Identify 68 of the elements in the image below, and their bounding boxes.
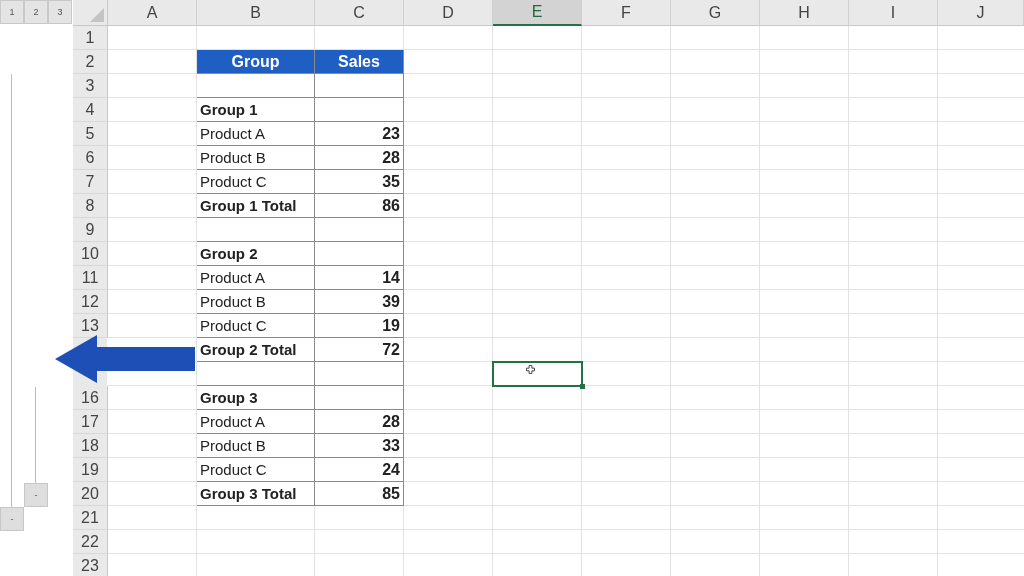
selected-cell[interactable] xyxy=(493,362,582,386)
table-cell: 85 xyxy=(315,482,404,506)
row-header[interactable]: 1 xyxy=(73,26,108,50)
table-cell: 39 xyxy=(315,290,404,314)
table-cell: 28 xyxy=(315,410,404,434)
outline-level-button[interactable]: 1 xyxy=(0,0,24,24)
table-cell: 72 xyxy=(315,338,404,362)
row-header[interactable]: 20 xyxy=(73,482,108,506)
table-cell: Product B xyxy=(197,146,315,170)
header-cell: Sales xyxy=(315,50,404,74)
row-header[interactable]: 19 xyxy=(73,458,108,482)
row-header[interactable]: 7 xyxy=(73,170,108,194)
table-cell: Product C xyxy=(197,314,315,338)
row-header[interactable]: 16 xyxy=(73,386,108,410)
table-cell: Product C xyxy=(197,458,315,482)
table-cell: 35 xyxy=(315,170,404,194)
arrow-icon xyxy=(55,335,195,383)
table-cell: Group 2 Total xyxy=(197,338,315,362)
table-cell: Group 3 Total xyxy=(197,482,315,506)
table-cell: Product A xyxy=(197,266,315,290)
row-header[interactable]: 11 xyxy=(73,266,108,290)
column-header[interactable]: B xyxy=(197,0,315,26)
row-header[interactable]: 4 xyxy=(73,98,108,122)
row-header[interactable]: 9 xyxy=(73,218,108,242)
table-cell: Group 1 Total xyxy=(197,194,315,218)
row-header[interactable]: 3 xyxy=(73,74,108,98)
collapse-button[interactable]: - xyxy=(0,507,24,531)
row-header[interactable]: 2 xyxy=(73,50,108,74)
row-header[interactable]: 18 xyxy=(73,434,108,458)
header-cell: Group xyxy=(197,50,315,74)
table-cell: 28 xyxy=(315,146,404,170)
fill-handle[interactable] xyxy=(580,384,585,389)
table-cell: Group 1 xyxy=(197,98,315,122)
column-header[interactable]: I xyxy=(849,0,938,26)
column-header[interactable]: D xyxy=(404,0,493,26)
column-header[interactable]: E xyxy=(493,0,582,26)
row-header[interactable]: 8 xyxy=(73,194,108,218)
table-cell: Product A xyxy=(197,122,315,146)
row-header[interactable]: 17 xyxy=(73,410,108,434)
row-header[interactable]: 12 xyxy=(73,290,108,314)
column-header[interactable]: H xyxy=(760,0,849,26)
row-header[interactable]: 5 xyxy=(73,122,108,146)
table-cell: Product B xyxy=(197,290,315,314)
column-header[interactable]: C xyxy=(315,0,404,26)
row-header[interactable]: 21 xyxy=(73,506,108,530)
table-cell: Group 3 xyxy=(197,386,315,410)
outline-level-button[interactable]: 3 xyxy=(48,0,72,24)
table-cell: Product A xyxy=(197,410,315,434)
column-header[interactable]: J xyxy=(938,0,1024,26)
table-cell: 86 xyxy=(315,194,404,218)
column-header[interactable]: A xyxy=(108,0,197,26)
table-cell: 14 xyxy=(315,266,404,290)
row-header[interactable]: 6 xyxy=(73,146,108,170)
table-cell: 23 xyxy=(315,122,404,146)
table-cell: Product B xyxy=(197,434,315,458)
table-cell: 24 xyxy=(315,458,404,482)
cursor-icon xyxy=(526,365,535,374)
row-header[interactable]: 13 xyxy=(73,314,108,338)
row-header[interactable]: 22 xyxy=(73,530,108,554)
column-header[interactable]: F xyxy=(582,0,671,26)
row-header[interactable]: 10 xyxy=(73,242,108,266)
table-cell: Group 2 xyxy=(197,242,315,266)
table-cell: Product C xyxy=(197,170,315,194)
outline-level-button[interactable]: 2 xyxy=(24,0,48,24)
column-header[interactable]: G xyxy=(671,0,760,26)
table-cell: 33 xyxy=(315,434,404,458)
collapse-button[interactable]: - xyxy=(24,483,48,507)
table-cell: 19 xyxy=(315,314,404,338)
